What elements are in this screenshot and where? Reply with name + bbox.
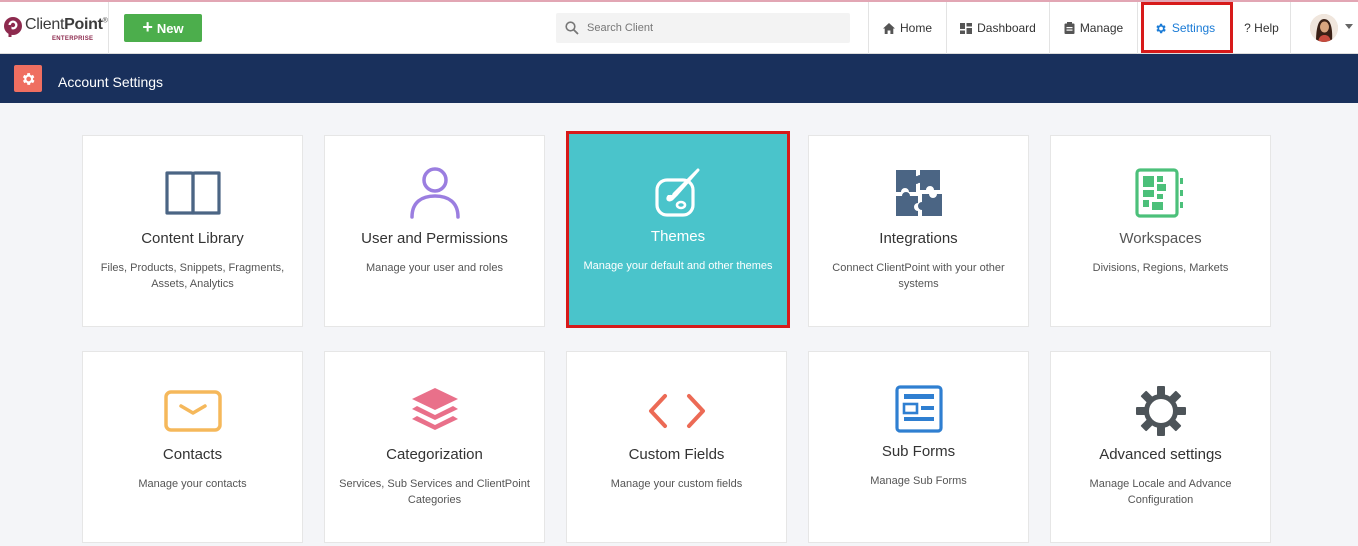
card-description: Connect ClientPoint with your other syst… bbox=[832, 262, 1005, 290]
card-title: Sub Forms bbox=[881, 443, 956, 460]
nav-help-label: ? Help bbox=[1244, 21, 1279, 35]
user-menu[interactable] bbox=[1290, 2, 1358, 54]
card-user-permissions[interactable]: User and Permissions Manage your user an… bbox=[324, 135, 545, 327]
card-categorization[interactable]: Categorization Services, Sub Services an… bbox=[324, 351, 545, 543]
layers-icon bbox=[325, 384, 544, 438]
chevron-down-icon bbox=[1345, 24, 1353, 29]
nav-manage-label: Manage bbox=[1079, 21, 1124, 35]
gear-icon bbox=[1051, 384, 1270, 438]
nav-manage[interactable]: Manage bbox=[1049, 2, 1137, 54]
workspace-icon bbox=[1051, 166, 1270, 220]
card-title: Custom Fields bbox=[628, 446, 725, 463]
card-description: Manage your user and roles bbox=[366, 262, 503, 274]
clipboard-icon bbox=[1064, 22, 1075, 34]
settings-highlight-box bbox=[1141, 2, 1233, 53]
user-icon bbox=[325, 166, 544, 220]
search-icon bbox=[565, 21, 579, 35]
card-custom-fields[interactable]: Custom Fields Manage your custom fields bbox=[566, 351, 787, 543]
avatar[interactable] bbox=[1310, 14, 1338, 42]
code-icon bbox=[567, 384, 786, 438]
home-icon bbox=[882, 22, 895, 34]
card-contacts[interactable]: Contacts Manage your contacts bbox=[82, 351, 303, 543]
card-title: Contacts bbox=[162, 446, 223, 463]
card-title: Workspaces bbox=[1119, 230, 1202, 247]
nav-dashboard-label: Dashboard bbox=[977, 21, 1036, 35]
top-navbar: ClientPoint® ENTERPRISE + New Home Dashb… bbox=[0, 0, 1358, 54]
card-themes[interactable]: Themes Manage your default and other the… bbox=[566, 131, 790, 328]
search-client-input[interactable] bbox=[587, 22, 837, 34]
card-description: Manage your contacts bbox=[138, 478, 247, 490]
settings-gear-icon bbox=[14, 65, 42, 92]
card-integrations[interactable]: Integrations Connect ClientPoint with yo… bbox=[808, 135, 1029, 327]
card-description: Manage Locale and Advance Configuration bbox=[1089, 478, 1232, 506]
form-icon bbox=[809, 382, 1028, 436]
plus-icon: + bbox=[142, 17, 153, 37]
card-description: Files, Products, Snippets, Fragments, As… bbox=[100, 262, 285, 290]
nav-home-label: Home bbox=[899, 21, 932, 35]
page-header-band: Account Settings bbox=[0, 54, 1358, 103]
page-title: Account Settings bbox=[58, 74, 164, 90]
envelope-icon bbox=[83, 384, 302, 438]
card-description: Services, Sub Services and ClientPoint C… bbox=[339, 478, 530, 506]
card-title: Integrations bbox=[879, 230, 958, 247]
card-description: Manage your custom fields bbox=[610, 478, 743, 490]
card-title: User and Permissions bbox=[361, 230, 508, 247]
dashboard-icon bbox=[960, 22, 973, 34]
clientpoint-logo[interactable]: ClientPoint® ENTERPRISE bbox=[0, 2, 109, 54]
nav-home[interactable]: Home bbox=[868, 2, 946, 54]
nav-dashboard[interactable]: Dashboard bbox=[946, 2, 1049, 54]
logo-text: ClientPoint® bbox=[25, 16, 108, 33]
card-workspaces[interactable]: Workspaces Divisions, Regions, Markets bbox=[1050, 135, 1271, 327]
card-description: Manage your default and other themes bbox=[583, 260, 773, 272]
card-title: Themes bbox=[650, 228, 706, 245]
nav-help[interactable]: ? Help bbox=[1233, 2, 1290, 54]
search-client-box[interactable] bbox=[556, 13, 850, 43]
new-button[interactable]: + New bbox=[124, 14, 202, 42]
avatar-image bbox=[1310, 14, 1338, 42]
puzzle-icon bbox=[809, 166, 1028, 220]
card-description: Manage Sub Forms bbox=[870, 475, 967, 487]
logo-subtitle: ENTERPRISE bbox=[52, 36, 94, 42]
card-description: Divisions, Regions, Markets bbox=[1092, 262, 1229, 274]
card-advanced-settings[interactable]: Advanced settings Manage Locale and Adva… bbox=[1050, 351, 1271, 543]
card-title: Categorization bbox=[386, 446, 483, 463]
palette-icon bbox=[569, 166, 787, 220]
new-button-label: New bbox=[156, 20, 184, 36]
card-title: Advanced settings bbox=[1099, 446, 1222, 463]
card-sub-forms[interactable]: Sub Forms Manage Sub Forms bbox=[808, 351, 1029, 543]
card-content-library[interactable]: Content Library Files, Products, Snippet… bbox=[82, 135, 303, 327]
card-title: Content Library bbox=[141, 230, 244, 247]
clientpoint-logo-icon bbox=[4, 17, 22, 37]
book-icon bbox=[83, 166, 302, 220]
